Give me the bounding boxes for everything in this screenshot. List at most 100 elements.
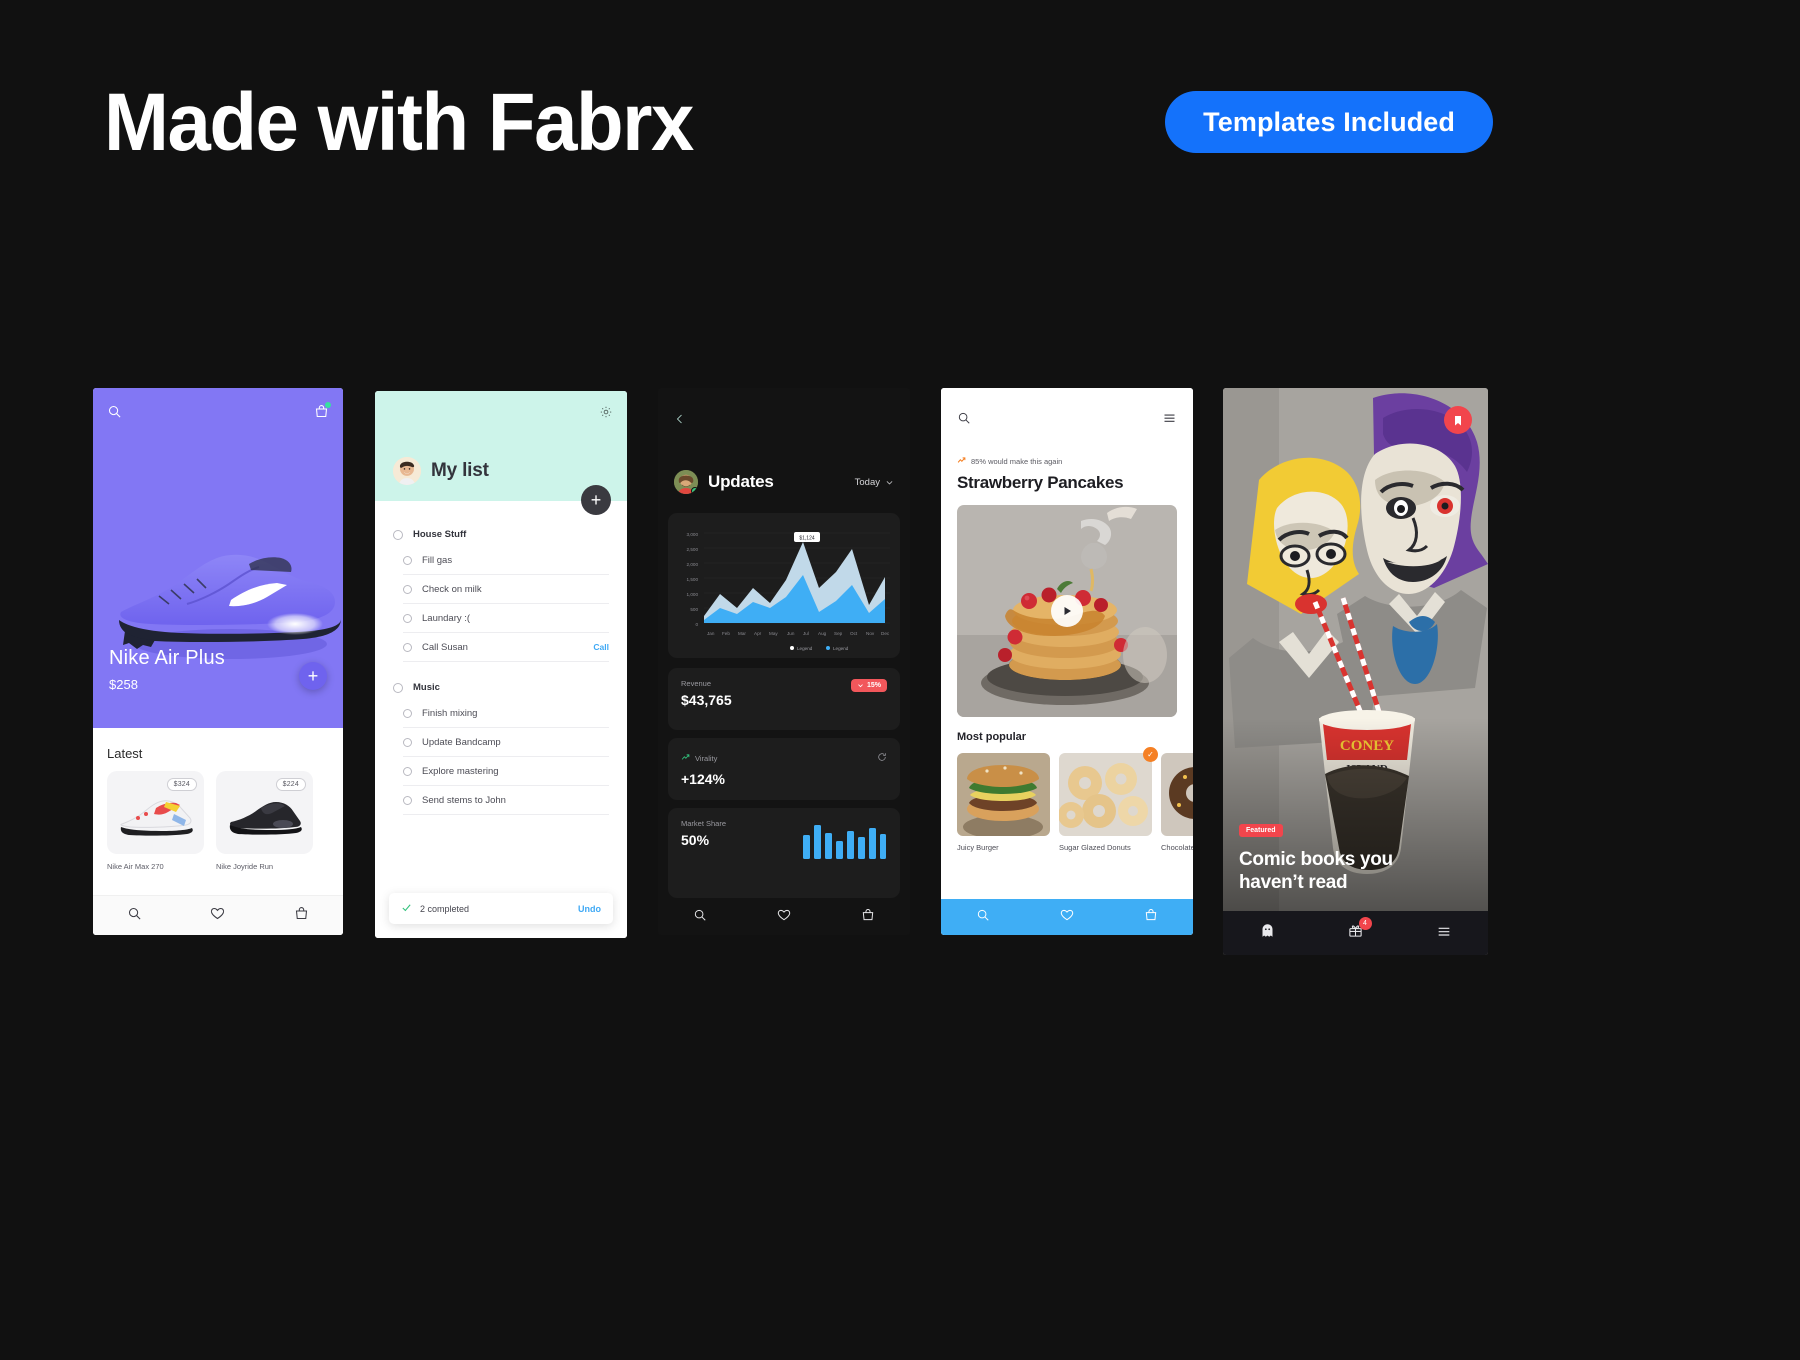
tab-search-icon[interactable] bbox=[976, 908, 990, 927]
tab-gift-icon[interactable]: 4 bbox=[1348, 917, 1372, 943]
stat-value: +124% bbox=[681, 771, 725, 787]
gear-icon[interactable] bbox=[599, 405, 613, 424]
phone-mockup-recipe-app: 85% would make this again Strawberry Pan… bbox=[941, 388, 1193, 935]
bookmark-icon[interactable] bbox=[1444, 406, 1472, 434]
popular-card[interactable]: Juicy Burger bbox=[957, 753, 1050, 852]
sneaker-thumb-icon bbox=[120, 799, 193, 836]
check-icon bbox=[401, 902, 412, 915]
task-row[interactable]: Finish mixing bbox=[403, 699, 609, 728]
chevron-left-icon[interactable] bbox=[674, 412, 686, 431]
search-icon[interactable] bbox=[957, 411, 971, 430]
tab-heart-icon[interactable] bbox=[210, 906, 225, 926]
phone-mockup-comic-app: CONEY ISLAND Featured Comic books yo bbox=[1223, 388, 1488, 955]
tab-bag-icon[interactable] bbox=[294, 906, 309, 926]
date-range-selector[interactable]: Today bbox=[855, 477, 894, 488]
play-icon[interactable] bbox=[1051, 595, 1083, 627]
tab-bag-icon[interactable] bbox=[861, 908, 875, 927]
checkbox-icon[interactable] bbox=[403, 613, 412, 623]
sneaker-hero-image bbox=[119, 554, 341, 659]
undo-button[interactable]: Undo bbox=[578, 904, 601, 914]
list-owner: My list bbox=[393, 457, 489, 485]
popular-card[interactable]: ✓ Sugar Glazed Donuts bbox=[1059, 747, 1158, 852]
product-title: Nike Air Plus bbox=[109, 647, 225, 669]
task-label: Call Susan bbox=[422, 641, 468, 653]
add-task-button[interactable]: + bbox=[581, 485, 611, 515]
traffic-area-chart-card: 3,000 2,500 2,000 1,500 1,000 500 0 $1,1… bbox=[668, 513, 900, 658]
checkbox-icon[interactable] bbox=[403, 642, 412, 652]
task-row[interactable]: Call Susan Call bbox=[403, 633, 609, 662]
search-icon[interactable] bbox=[107, 404, 122, 424]
task-call-action[interactable]: Call bbox=[593, 642, 609, 652]
status-badge-decline: 15% bbox=[850, 679, 887, 692]
checkbox-icon[interactable] bbox=[403, 737, 412, 747]
svg-text:2,000: 2,000 bbox=[687, 562, 699, 567]
task-row[interactable]: Laundary :( bbox=[403, 604, 609, 633]
refresh-icon[interactable] bbox=[877, 749, 887, 767]
date-range-label: Today bbox=[854, 476, 880, 488]
checkbox-icon[interactable] bbox=[393, 682, 403, 693]
bottom-tab-bar: 4 bbox=[1223, 911, 1488, 955]
checkbox-icon[interactable] bbox=[403, 555, 412, 565]
tab-menu-icon[interactable] bbox=[1436, 923, 1452, 944]
popular-card[interactable]: Chocolate Sprinkles bbox=[1161, 753, 1193, 852]
checkbox-icon[interactable] bbox=[403, 584, 412, 594]
checkbox-icon[interactable] bbox=[403, 795, 412, 805]
food-name: Chocolate Sprinkles bbox=[1161, 843, 1193, 852]
svg-text:1,500: 1,500 bbox=[687, 577, 699, 582]
tab-search-icon[interactable] bbox=[693, 908, 707, 927]
checkbox-icon[interactable] bbox=[403, 766, 412, 776]
dashboard-header: Updates Today bbox=[674, 470, 894, 494]
bottom-tab-bar bbox=[93, 895, 343, 935]
checkbox-icon[interactable] bbox=[393, 529, 403, 540]
task-row[interactable]: Update Bandcamp bbox=[403, 728, 609, 757]
status-badge: Featured bbox=[1239, 824, 1283, 837]
recipe-rating-kicker: 85% would make this again bbox=[941, 430, 1193, 467]
tab-heart-icon[interactable] bbox=[777, 908, 791, 927]
task-row[interactable]: Explore mastering bbox=[403, 757, 609, 786]
product-card-list: $324 Nike Air Max 270 $224 Nike Joyride … bbox=[107, 771, 329, 871]
stat-card-revenue[interactable]: Revenue $43,765 15% bbox=[668, 668, 900, 730]
task-list: House Stuff Fill gas Check on milk Laund… bbox=[375, 501, 627, 938]
task-label: Laundary :( bbox=[422, 612, 471, 624]
trend-up-icon bbox=[957, 456, 966, 467]
food-thumbnail bbox=[957, 753, 1050, 836]
mini-bar-chart bbox=[803, 825, 886, 859]
selected-badge: ✓ bbox=[1143, 747, 1158, 762]
add-to-cart-button[interactable]: + bbox=[299, 662, 327, 690]
svg-text:Oct: Oct bbox=[850, 631, 858, 636]
svg-text:500: 500 bbox=[690, 607, 698, 612]
task-row[interactable]: Fill gas bbox=[403, 546, 609, 575]
hamburger-menu-icon[interactable] bbox=[1162, 410, 1177, 430]
recipe-hero-image[interactable] bbox=[957, 505, 1177, 717]
svg-text:Mar: Mar bbox=[738, 631, 746, 636]
online-status-badge bbox=[691, 487, 698, 494]
product-card[interactable]: $324 Nike Air Max 270 bbox=[107, 771, 204, 871]
templates-included-button[interactable]: Templates Included bbox=[1165, 91, 1493, 153]
svg-text:Jun: Jun bbox=[787, 631, 795, 636]
bag-notification-dot bbox=[325, 402, 331, 408]
task-group-header[interactable]: Music bbox=[393, 682, 609, 693]
task-row[interactable]: Check on milk bbox=[403, 575, 609, 604]
svg-text:Legend: Legend bbox=[833, 646, 849, 651]
svg-text:Apr: Apr bbox=[754, 631, 762, 636]
shopping-bag-icon[interactable] bbox=[314, 402, 331, 424]
tab-search-icon[interactable] bbox=[127, 906, 142, 926]
stat-card-virality[interactable]: Virality +124% bbox=[668, 738, 900, 800]
task-row[interactable]: Send stems to John bbox=[403, 786, 609, 815]
svg-text:3,000: 3,000 bbox=[687, 532, 699, 537]
comic-screen: CONEY ISLAND Featured Comic books yo bbox=[1223, 388, 1488, 955]
recipe-top-bar bbox=[941, 388, 1193, 430]
stat-label: Revenue bbox=[681, 679, 712, 688]
product-card[interactable]: $224 Nike Joyride Run bbox=[216, 771, 313, 871]
phone-mockup-nike-shop: Nike Air Plus $258 + Latest $324 Nike Ai… bbox=[93, 388, 343, 935]
checkbox-icon[interactable] bbox=[403, 708, 412, 718]
task-group-header[interactable]: House Stuff bbox=[393, 529, 609, 540]
tab-ghost-icon[interactable] bbox=[1260, 923, 1275, 943]
bottom-tab-bar bbox=[658, 899, 910, 935]
task-label: Check on milk bbox=[422, 583, 482, 595]
tab-bag-icon[interactable] bbox=[1144, 908, 1158, 927]
avatar[interactable] bbox=[674, 470, 698, 494]
tab-heart-icon[interactable] bbox=[1060, 908, 1074, 927]
product-thumbnail: $224 bbox=[216, 771, 313, 854]
stat-card-market-share[interactable]: Market Share 50% bbox=[668, 808, 900, 898]
